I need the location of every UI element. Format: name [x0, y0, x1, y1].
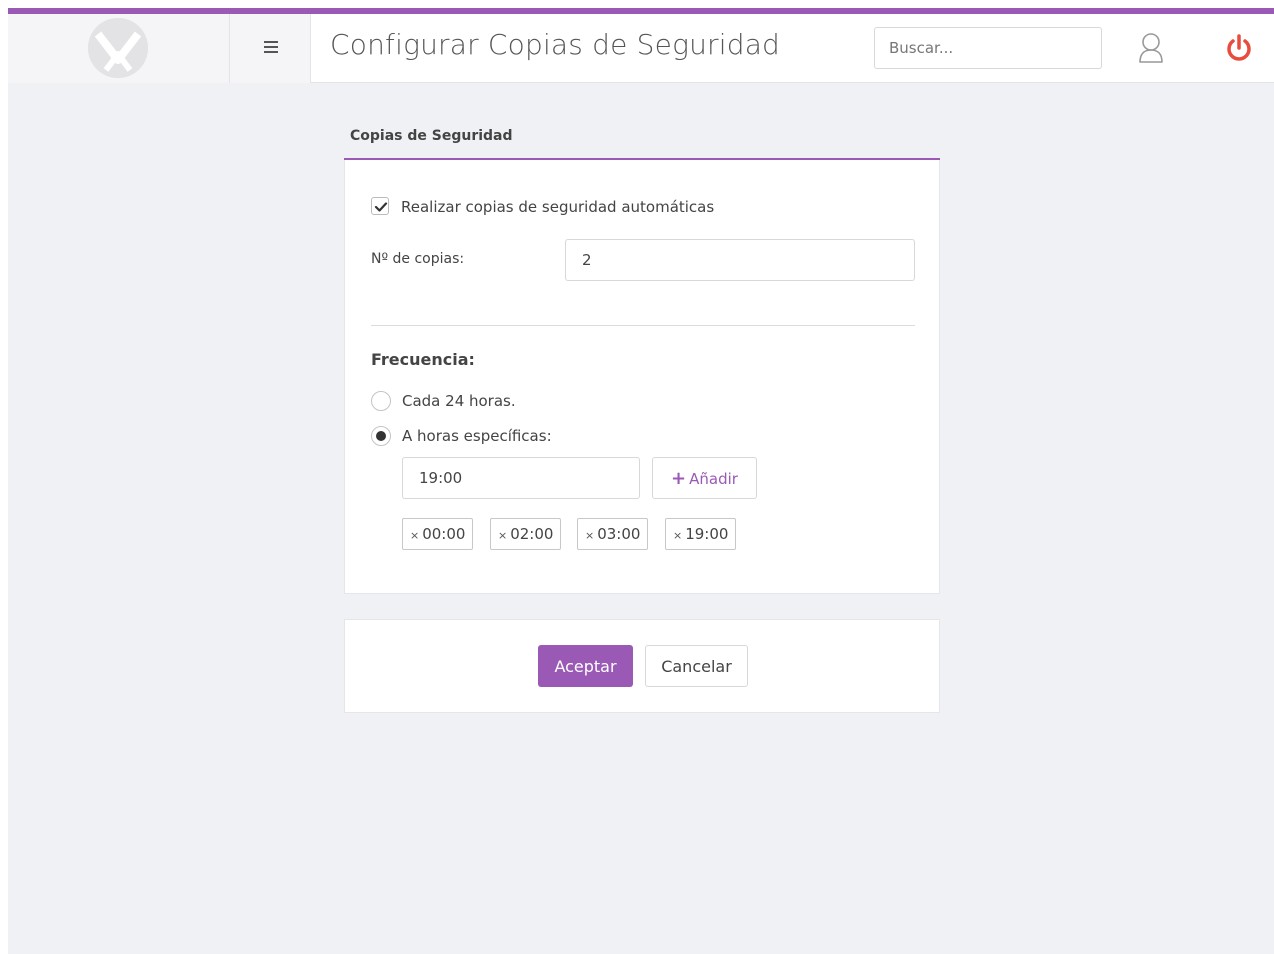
radio-every-24h-label[interactable]: Cada 24 horas.: [402, 392, 516, 410]
radio-every-24h[interactable]: [371, 391, 391, 411]
checkmark-icon: [374, 202, 388, 212]
app-frame: Configurar Copias de Seguridad Copias de…: [8, 8, 1274, 954]
time-input[interactable]: [402, 457, 640, 499]
menu-cell: [230, 14, 311, 83]
auto-backup-label[interactable]: Realizar copias de seguridad automáticas: [401, 198, 714, 216]
panel-heading: Copias de Seguridad: [344, 118, 940, 160]
remove-icon[interactable]: ×: [410, 529, 419, 542]
actions-panel: Aceptar Cancelar: [344, 619, 940, 713]
hamburger-icon[interactable]: [264, 41, 278, 53]
time-chip[interactable]: × 00:00: [402, 518, 474, 550]
divider: [371, 325, 915, 326]
plus-icon: +: [671, 467, 687, 489]
time-chip-label: 02:00: [510, 525, 554, 543]
add-time-button[interactable]: + Añadir: [652, 457, 757, 499]
power-icon[interactable]: [1224, 33, 1254, 63]
cancel-button[interactable]: Cancelar: [645, 645, 748, 687]
radio-specific-hours[interactable]: [371, 426, 391, 446]
brand-logo-icon[interactable]: [88, 18, 148, 78]
auto-backup-checkbox[interactable]: [371, 197, 389, 215]
search-input[interactable]: [874, 27, 1102, 69]
page-title: Configurar Copias de Seguridad: [330, 28, 781, 61]
radio-specific-hours-label[interactable]: A horas específicas:: [402, 427, 552, 445]
copies-input[interactable]: [565, 239, 915, 281]
panel-heading-text: Copias de Seguridad: [350, 128, 513, 144]
remove-icon[interactable]: ×: [585, 529, 594, 542]
time-chip[interactable]: × 03:00: [577, 518, 649, 550]
time-chip-label: 00:00: [422, 525, 466, 543]
remove-icon[interactable]: ×: [673, 529, 682, 542]
backup-settings-panel: Realizar copias de seguridad automáticas…: [344, 160, 940, 594]
time-chip[interactable]: × 19:00: [665, 518, 737, 550]
time-chip-label: 03:00: [597, 525, 641, 543]
add-time-label: Añadir: [689, 469, 738, 488]
time-chip-label: 19:00: [685, 525, 729, 543]
accept-button[interactable]: Aceptar: [538, 645, 633, 687]
time-chip[interactable]: × 02:00: [490, 518, 562, 550]
user-icon[interactable]: [1138, 32, 1164, 64]
copies-label: Nº de copias:: [371, 251, 465, 267]
top-bar: Configurar Copias de Seguridad: [8, 14, 1274, 83]
logo-cell: [8, 14, 230, 83]
remove-icon[interactable]: ×: [498, 529, 507, 542]
frequency-heading: Frecuencia:: [371, 350, 475, 369]
